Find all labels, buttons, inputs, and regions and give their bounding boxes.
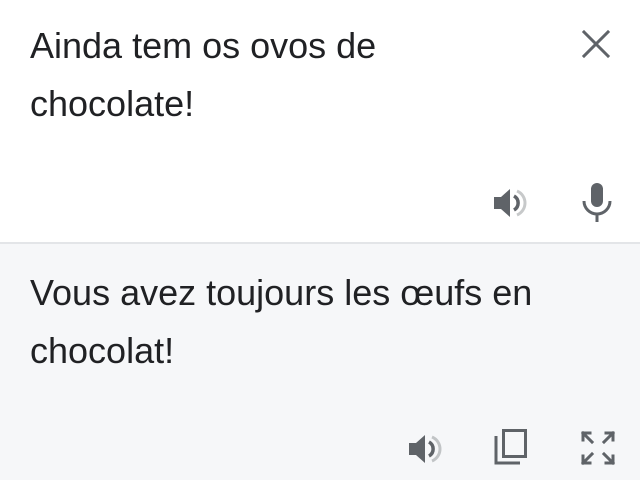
- microphone-icon[interactable]: [580, 181, 614, 223]
- speaker-icon[interactable]: [490, 183, 530, 223]
- close-icon[interactable]: [580, 28, 612, 60]
- copy-icon[interactable]: [492, 427, 530, 467]
- translation-text: Vous avez toujours les œufs en chocolat!: [30, 272, 533, 371]
- translate-app: Ainda tem os ovos de chocolate! Vous ave…: [0, 0, 640, 480]
- source-panel: Ainda tem os ovos de chocolate!: [0, 0, 640, 242]
- fullscreen-icon[interactable]: [578, 428, 618, 468]
- translation-panel: Vous avez toujours les œufs en chocolat!: [0, 244, 640, 480]
- speaker-icon[interactable]: [405, 429, 445, 469]
- source-text[interactable]: Ainda tem os ovos de chocolate!: [30, 17, 550, 133]
